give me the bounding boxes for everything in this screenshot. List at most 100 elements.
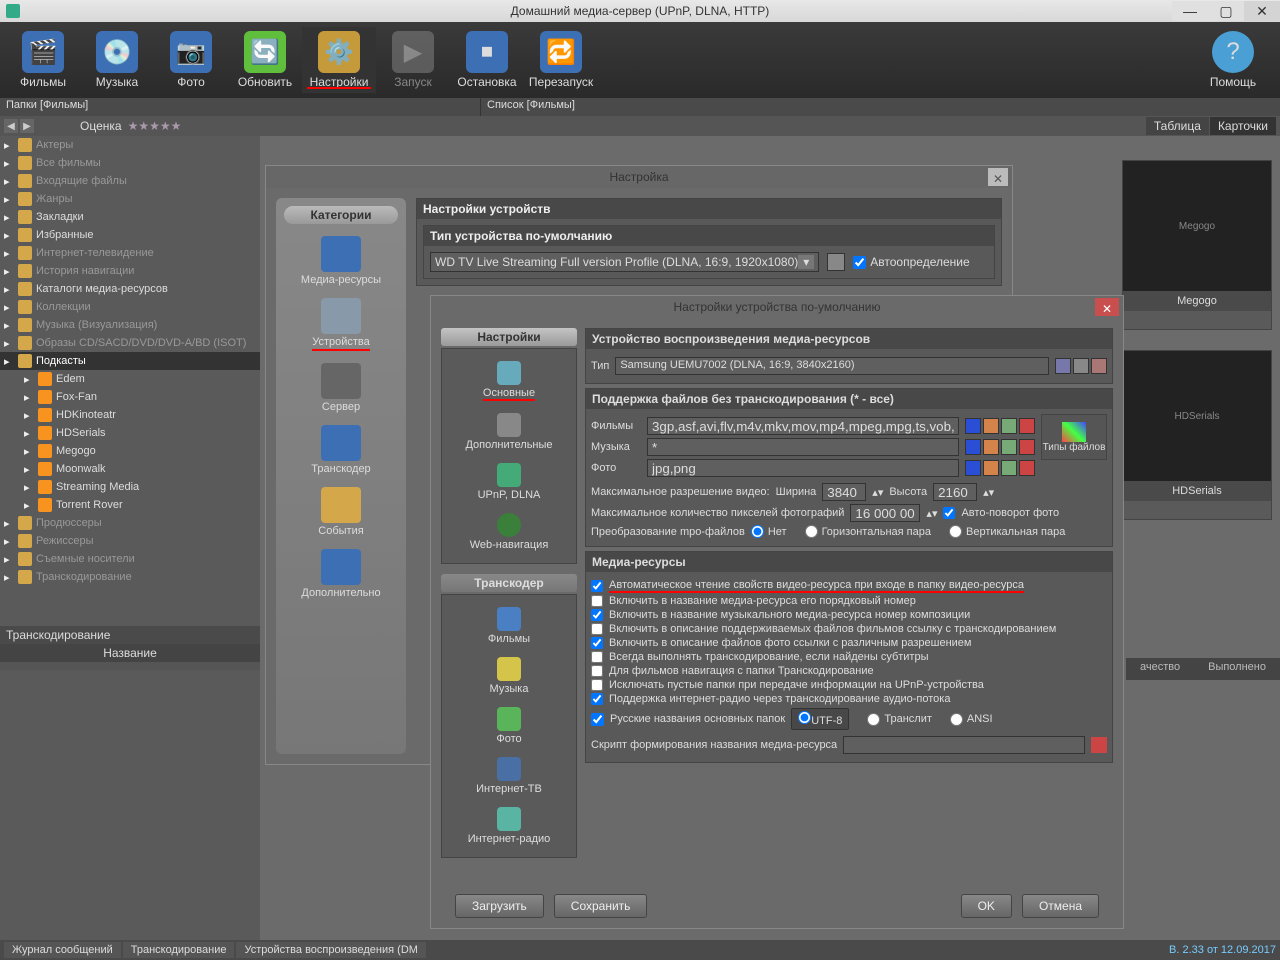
tb-start[interactable]: ▶Запуск <box>376 27 450 93</box>
icon[interactable] <box>1019 460 1035 476</box>
icon[interactable] <box>1001 460 1017 476</box>
chevron-down-icon[interactable]: ▾ <box>798 255 814 269</box>
status-tab-log[interactable]: Журнал сообщений <box>4 942 121 958</box>
minimize-button[interactable]: — <box>1172 1 1208 21</box>
tree-item[interactable]: ▸Torrent Rover <box>0 496 260 514</box>
tb-films[interactable]: 🎬Фильмы <box>6 27 80 93</box>
films-input[interactable] <box>647 417 959 435</box>
mpo-none[interactable]: Нет <box>751 525 787 538</box>
expand-icon[interactable]: ▸ <box>4 211 14 224</box>
expand-icon[interactable]: ▸ <box>24 445 34 458</box>
tree-item[interactable]: ▸Streaming Media <box>0 478 260 496</box>
expand-icon[interactable]: ▸ <box>4 301 14 314</box>
media-checkbox[interactable]: Включить в название музыкального медиа-р… <box>591 609 1107 621</box>
cat-transcoder[interactable]: Транскодер <box>284 419 398 481</box>
tab-table[interactable]: Таблица <box>1146 117 1209 135</box>
expand-icon[interactable]: ▸ <box>24 499 34 512</box>
expand-icon[interactable]: ▸ <box>4 157 14 170</box>
tool-icon[interactable] <box>1055 358 1071 374</box>
tb-help[interactable]: ?Помощь <box>1196 27 1270 93</box>
tree-item[interactable]: ▸Актеры <box>0 136 260 154</box>
mpo-horiz[interactable]: Горизонтальная пара <box>805 525 931 538</box>
tree-item[interactable]: ▸Съемные носители <box>0 550 260 568</box>
tree-item[interactable]: ▸Все фильмы <box>0 154 260 172</box>
media-checkbox[interactable]: Включить в название медиа-ресурса его по… <box>591 595 1107 607</box>
cat-media[interactable]: Медиа-ресурсы <box>284 230 398 292</box>
tree-item[interactable]: ▸Edem <box>0 370 260 388</box>
filetypes-button[interactable]: Типы файлов <box>1041 414 1107 460</box>
media-card[interactable]: HDSerials HDSerials <box>1122 350 1272 520</box>
tree-item[interactable]: ▸Коллекции <box>0 298 260 316</box>
expand-icon[interactable]: ▸ <box>24 427 34 440</box>
tb-stop[interactable]: ⏹Остановка <box>450 27 524 93</box>
icon[interactable] <box>983 418 999 434</box>
icon[interactable] <box>1019 418 1035 434</box>
tb-refresh[interactable]: 🔄Обновить <box>228 27 302 93</box>
delete-icon[interactable] <box>1091 737 1107 753</box>
media-checkbox[interactable]: Исключать пустые папки при передаче инфо… <box>591 679 1107 691</box>
expand-icon[interactable]: ▸ <box>4 229 14 242</box>
tree-item[interactable]: ▸Режиссеры <box>0 532 260 550</box>
maximize-button[interactable]: ▢ <box>1208 1 1244 21</box>
media-checkbox[interactable]: Поддержка интернет-радио через транскоди… <box>591 693 1107 705</box>
side-tab-films[interactable]: Фильмы <box>448 601 570 651</box>
tool-icon[interactable] <box>1091 358 1107 374</box>
side-tab-webnav[interactable]: Web-навигация <box>448 507 570 557</box>
tree-item[interactable]: ▸Интернет-телевидение <box>0 244 260 262</box>
side-tab-upnp[interactable]: UPnP, DLNA <box>448 457 570 507</box>
autorotate-check[interactable]: Авто-поворот фото <box>943 507 1059 519</box>
expand-icon[interactable]: ▸ <box>4 319 14 332</box>
close-button[interactable]: ✕ <box>1244 1 1280 21</box>
icon[interactable] <box>965 439 981 455</box>
music-input[interactable] <box>647 438 959 456</box>
media-card[interactable]: Megogo Megogo <box>1122 160 1272 330</box>
icon[interactable] <box>983 439 999 455</box>
tree-item[interactable]: ▸Избранные <box>0 226 260 244</box>
script-combo[interactable] <box>843 736 1085 754</box>
rus-opt[interactable]: UTF-8 <box>791 708 849 730</box>
cat-events[interactable]: События <box>284 481 398 543</box>
arrow-icon[interactable]: ▶ <box>20 119 34 133</box>
tb-restart[interactable]: 🔁Перезапуск <box>524 27 598 93</box>
expand-icon[interactable]: ▸ <box>4 265 14 278</box>
expand-icon[interactable]: ▸ <box>4 247 14 260</box>
tree-item[interactable]: ▸Входящие файлы <box>0 172 260 190</box>
expand-icon[interactable]: ▸ <box>4 139 14 152</box>
col-done[interactable]: Выполнено <box>1194 658 1280 680</box>
tree-item[interactable]: ▸Образы CD/SACD/DVD/DVD-A/BD (ISOT) <box>0 334 260 352</box>
cancel-button[interactable]: Отмена <box>1022 894 1099 918</box>
status-tab-trans[interactable]: Транскодирование <box>123 942 235 958</box>
tool-icon[interactable] <box>1073 358 1089 374</box>
tb-photo[interactable]: 📷Фото <box>154 27 228 93</box>
side-tab-iradio[interactable]: Интернет-радио <box>448 801 570 851</box>
expand-icon[interactable]: ▸ <box>24 481 34 494</box>
expand-icon[interactable]: ▸ <box>24 391 34 404</box>
expand-icon[interactable]: ▸ <box>24 463 34 476</box>
rus-opt[interactable]: Транслит <box>867 713 932 726</box>
maxpix-input[interactable] <box>850 504 920 522</box>
expand-icon[interactable]: ▸ <box>4 535 14 548</box>
rus-opt[interactable]: ANSI <box>950 713 993 726</box>
tree-item[interactable]: ▸Музыка (Визуализация) <box>0 316 260 334</box>
icon[interactable] <box>965 418 981 434</box>
tree-item[interactable]: ▸Закладки <box>0 208 260 226</box>
width-input[interactable] <box>822 483 866 501</box>
tree-item[interactable]: ▸Moonwalk <box>0 460 260 478</box>
tree-item[interactable]: ▸Подкасты <box>0 352 260 370</box>
cat-devices[interactable]: Устройства <box>284 292 398 357</box>
spinner-icon[interactable]: ▴▾ <box>983 486 994 499</box>
close-icon[interactable]: ✕ <box>988 168 1008 186</box>
status-tab-devices[interactable]: Устройства воспроизведения (DM <box>236 942 425 958</box>
rusnames-check[interactable] <box>591 713 604 726</box>
autodetect-checkbox[interactable]: Автоопределение <box>853 255 969 269</box>
side-tab-main[interactable]: Основные <box>448 355 570 407</box>
col-quality[interactable]: ачество <box>1126 658 1194 680</box>
expand-icon[interactable]: ▸ <box>4 337 14 350</box>
media-checkbox[interactable]: Для фильмов навигация с папки Транскодир… <box>591 665 1107 677</box>
type-combo[interactable]: Samsung UEMU7002 (DLNA, 16:9, 3840x2160) <box>615 357 1049 375</box>
media-checkbox[interactable]: Включить в описание поддерживаемых файло… <box>591 623 1107 635</box>
media-checkbox[interactable]: Включить в описание файлов фото ссылки с… <box>591 637 1107 649</box>
expand-icon[interactable]: ▸ <box>4 517 14 530</box>
side-tab-itv[interactable]: Интернет-ТВ <box>448 751 570 801</box>
media-checkbox[interactable]: Автоматическое чтение свойств видео-ресу… <box>591 579 1107 593</box>
